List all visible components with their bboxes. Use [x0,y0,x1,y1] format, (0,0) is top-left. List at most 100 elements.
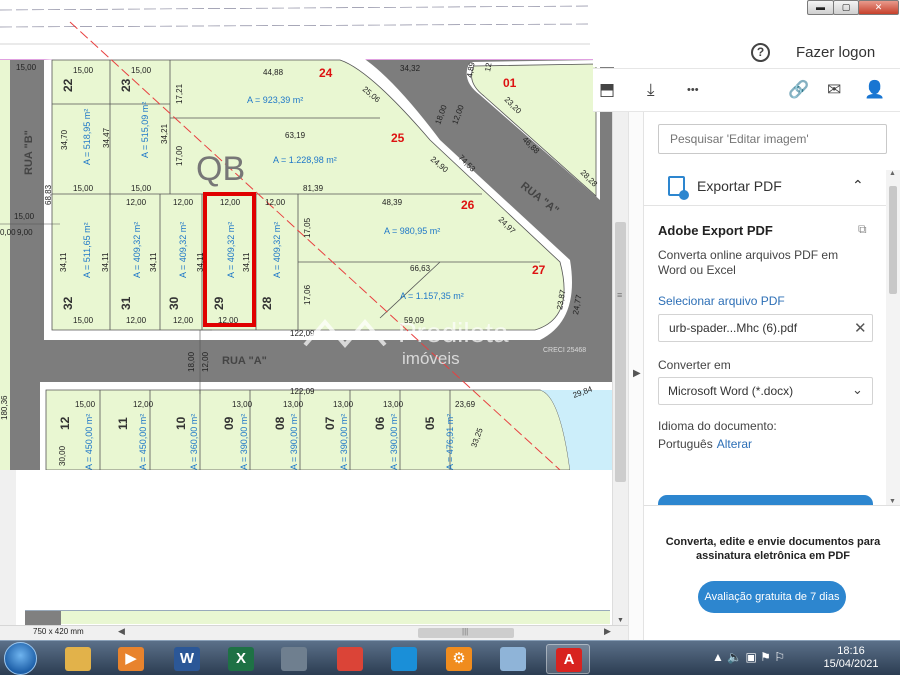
viewer-blank-area [0,470,610,625]
taskbar-app-chrome[interactable] [328,644,372,674]
convert-button[interactable] [658,495,873,505]
svg-text:12,00: 12,00 [218,316,239,325]
chevron-up-icon[interactable]: ⌃ [852,177,864,194]
svg-text:81,39: 81,39 [303,184,324,193]
svg-text:34,21: 34,21 [160,123,169,144]
street-rua-b: RUA "B" [23,130,35,175]
svg-text:17,05: 17,05 [303,217,312,238]
scanner-icon [281,647,307,671]
remove-file-icon[interactable]: ✕ [854,319,867,337]
panel-scrollbar[interactable]: ▲ ▼ [886,170,900,505]
adobe-export-title: Adobe Export PDF [658,223,773,238]
acrobat-toolbar: ⬒ ⤓ ••• 🔗 ✉ 👤 [593,68,900,112]
start-button[interactable] [4,642,37,675]
taskbar-app-paint[interactable] [491,644,535,674]
svg-text:Predileta: Predileta [398,317,509,348]
svg-text:17,06: 17,06 [303,284,312,305]
convert-to-label: Converter em [658,358,731,372]
viewer-scroll-thumb[interactable] [615,222,626,482]
svg-text:CRECI 25468: CRECI 25468 [543,347,586,354]
scroll-down-arrow-icon[interactable]: ▼ [617,617,624,624]
export-pdf-header[interactable]: Exportar PDF ⌃ [644,166,900,206]
select-pdf-link[interactable]: Selecionar arquivo PDF [658,294,785,308]
scroll-left-arrow-icon[interactable]: ◀ [118,626,125,637]
lot-31: 31 [119,296,133,310]
lot-10: 10 [174,416,188,430]
viewer-vertical-scrollbar[interactable]: ≡ ▼ [612,112,628,626]
edge-icon [391,647,417,671]
svg-text:0,00: 0,00 [0,228,16,237]
language-value: Português Alterar [658,437,752,451]
svg-text:66,63: 66,63 [410,264,431,273]
viewer-status-bar: 750 x 420 mm ◀ ||| ▶ [0,625,628,640]
panel-scroll-down-icon[interactable]: ▼ [889,498,896,505]
sign-in-link[interactable]: Fazer logon [796,44,875,61]
change-language-link[interactable]: Alterar [717,437,752,451]
page-tool-icon[interactable]: ⬒ [599,80,615,100]
system-tray[interactable]: ▲ 🔈 ▣ ⚑ ⚐ [712,650,785,664]
explorer-icon [65,647,91,671]
lot-25: 25 [391,131,405,145]
taskbar-app-edge[interactable] [382,644,426,674]
area-11: A = 450,00 m² [138,414,148,470]
panel-scroll-thumb[interactable] [889,186,897,294]
add-user-icon[interactable]: 👤 [864,80,885,100]
convert-format-select[interactable]: Microsoft Word (*.docx) ⌄ [658,377,873,405]
panel-scroll-up-icon[interactable]: ▲ [889,170,896,177]
lot-28: 28 [260,296,274,310]
taskbar-app-media[interactable]: ▶ [109,644,153,674]
lot-29: 29 [212,296,226,310]
area-22: A = 518,95 m² [82,109,92,165]
svg-text:13,00: 13,00 [283,400,304,409]
area-05: A = 476,91 m² [445,414,455,470]
area-12: A = 450,00 m² [84,414,94,470]
clock[interactable]: 18:16 15/04/2021 [818,645,884,671]
close-button[interactable]: ✕ [858,0,899,15]
free-trial-button[interactable]: Avaliação gratuita de 7 dias [698,581,846,613]
link-icon[interactable]: 🔗 [788,80,809,100]
svg-text:23,69: 23,69 [455,400,476,409]
block-label: QB [196,150,245,188]
acrobat-icon: A [556,648,582,672]
taskbar-app-acrobat[interactable]: A [546,644,590,674]
lot-05: 05 [423,416,437,430]
svg-text:12,00: 12,00 [133,400,154,409]
panel-collapse-strip[interactable]: ▶ [628,112,644,640]
svg-text:imóveis: imóveis [402,349,460,368]
svg-text:12,00: 12,00 [220,198,241,207]
area-25: A = 1.228,98 m² [273,155,337,165]
plan-bottom-strip [25,610,610,625]
taskbar-app-excel[interactable]: X [219,644,263,674]
scroll-right-arrow-icon[interactable]: ▶ [604,626,611,637]
selected-file: urb-spader...Mhc (6).pdf ✕ [658,314,873,342]
more-tools-icon[interactable]: ••• [687,84,699,96]
svg-text:12,00: 12,00 [173,316,194,325]
chevron-down-icon[interactable]: ⌄ [852,382,863,398]
taskbar-app-scanner[interactable] [272,644,316,674]
area-26: A = 980,95 m² [384,226,440,236]
lot-12: 12 [58,416,72,430]
tool-search-input[interactable] [658,124,887,154]
minimize-button[interactable]: ▬ [807,0,834,15]
svg-text:122,09: 122,09 [290,387,315,396]
svg-text:30,00: 30,00 [58,445,67,466]
download-icon[interactable]: ⤓ [647,80,655,100]
svg-text:34,11: 34,11 [101,252,110,272]
pdf-viewer[interactable]: .dim { font-family: "Liberation Sans", s… [0,0,614,640]
help-icon[interactable]: ? [751,43,770,62]
clock-time: 18:16 [837,645,865,657]
lot-08: 08 [273,416,287,430]
copy-icon[interactable]: ⧉ [858,222,867,237]
svg-text:34,32: 34,32 [400,64,421,73]
mail-icon[interactable]: ✉ [827,80,841,100]
taskbar-app-gear[interactable]: ⚙ [437,644,481,674]
maximize-button[interactable]: ▢ [833,0,859,15]
svg-text:15,00: 15,00 [73,184,94,193]
taskbar-app-explorer[interactable] [56,644,100,674]
svg-text:15,00: 15,00 [131,66,152,75]
expand-arrow-icon[interactable]: ▶ [633,368,641,379]
taskbar-app-word[interactable]: W [165,644,209,674]
area-27: A = 1.157,35 m² [400,291,464,301]
media-icon: ▶ [118,647,144,671]
acrobat-header: ? Fazer logon [593,38,900,67]
